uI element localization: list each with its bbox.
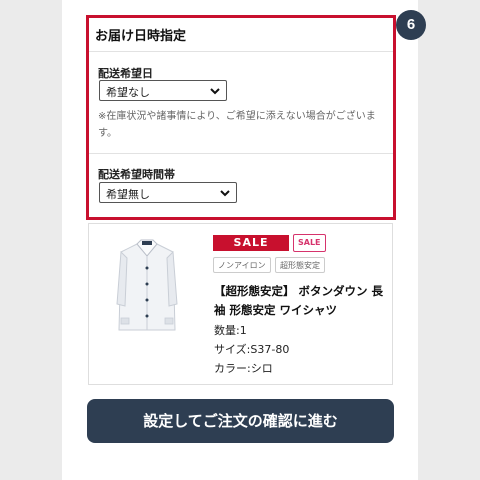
tag-non-iron: ノンアイロン: [213, 257, 271, 273]
delivery-time-label: 配送希望時間帯: [98, 168, 175, 181]
divider: [89, 51, 393, 52]
delivery-datetime-section: お届け日時指定 配送希望日 希望なし ※在庫状況や諸事情により、ご希望に添えない…: [86, 15, 396, 220]
delivery-time-select[interactable]: 希望無し: [99, 182, 237, 203]
divider: [89, 153, 393, 154]
product-quantity: 数量:1: [214, 324, 247, 337]
sale-tag: SALE: [293, 234, 326, 252]
step-number-badge: 6: [396, 10, 426, 40]
delivery-note: ※在庫状況や諸事情により、ご希望に添えない場合がございます。: [98, 111, 376, 139]
product-size: サイズ:S37-80: [214, 343, 290, 356]
chevron-down-icon: [210, 88, 220, 95]
delivery-date-label: 配送希望日: [98, 67, 153, 80]
delivery-date-value: 希望なし: [106, 86, 150, 99]
product-card: SALE SALE ノンアイロン 超形態安定 【超形態安定】 ボタンダウン 長袖…: [88, 223, 393, 385]
tag-super-wrinkle-free: 超形態安定: [275, 257, 325, 273]
sale-badge: SALE: [213, 235, 289, 251]
delivery-date-select[interactable]: 希望なし: [99, 80, 227, 101]
product-name: 【超形態安定】 ボタンダウン 長袖 形態安定 ワイシャツ: [214, 284, 384, 317]
shirt-product-image: [111, 234, 183, 334]
chevron-down-icon: [220, 190, 230, 197]
proceed-to-order-confirmation-button[interactable]: 設定してご注文の確認に進む: [87, 399, 394, 443]
delivery-time-value: 希望無し: [106, 188, 150, 201]
product-color: カラー:シロ: [214, 362, 273, 375]
section-title: お届け日時指定: [95, 29, 187, 44]
